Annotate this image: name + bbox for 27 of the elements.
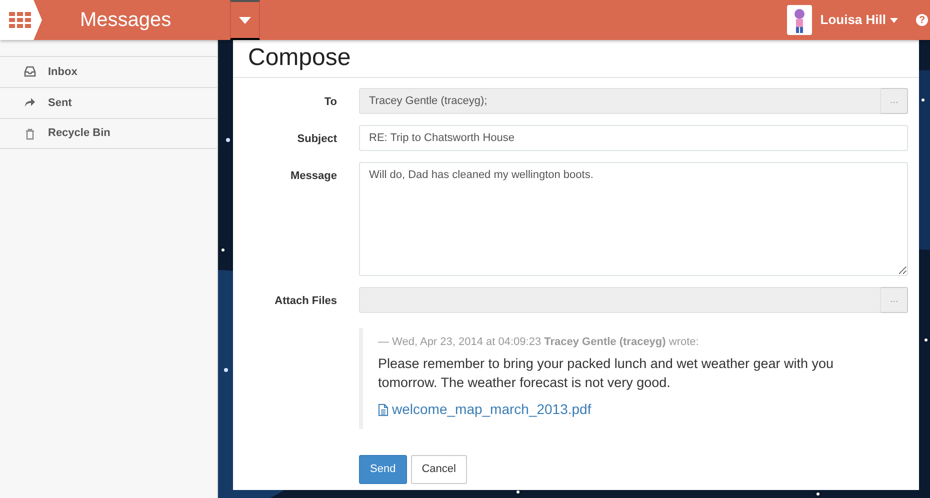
quote-header: — Wed, Apr 23, 2014 at 04:09:23 Tracey Gentle (traceyg) wrote: xyxy=(378,334,700,350)
apps-button[interactable] xyxy=(0,0,42,40)
field-label: Attach Files xyxy=(274,294,337,309)
help-icon[interactable]: ? xyxy=(916,14,928,26)
field-label: To xyxy=(323,94,337,110)
share-arrow-icon xyxy=(24,97,36,109)
app-title: Messages xyxy=(79,8,172,33)
caret-icon xyxy=(890,18,898,22)
grid-icon xyxy=(9,12,31,28)
trash-icon xyxy=(24,128,36,140)
field-label: Message xyxy=(290,168,337,184)
send-button[interactable]: Send xyxy=(359,455,407,484)
sidebar-item[interactable]: Recycle Bin xyxy=(0,118,217,149)
inbox-icon xyxy=(24,66,36,78)
attachment-link[interactable]: welcome_map_march_2013.pdf xyxy=(378,399,592,420)
file-icon xyxy=(378,404,388,416)
message-field[interactable]: Will do, Dad has cleaned my wellington boots. xyxy=(359,162,908,276)
cancel-button[interactable]: Cancel xyxy=(410,455,467,484)
caret-icon xyxy=(239,16,251,24)
input-field[interactable]: RE: Trip to Chatsworth House xyxy=(359,124,908,151)
sidebar-item[interactable]: Inbox xyxy=(0,56,217,87)
page-title: Compose xyxy=(233,40,919,78)
user-menu[interactable]: Louisa Hill xyxy=(820,10,898,30)
avatar-icon xyxy=(787,5,812,35)
field-label: Subject xyxy=(296,132,337,147)
sidebar-item[interactable]: Sent xyxy=(0,87,217,118)
quote-text: Please remember to bring your packed lunch and wet weather gear with you tomorrow. The weather forecast is not very good. xyxy=(378,355,834,392)
